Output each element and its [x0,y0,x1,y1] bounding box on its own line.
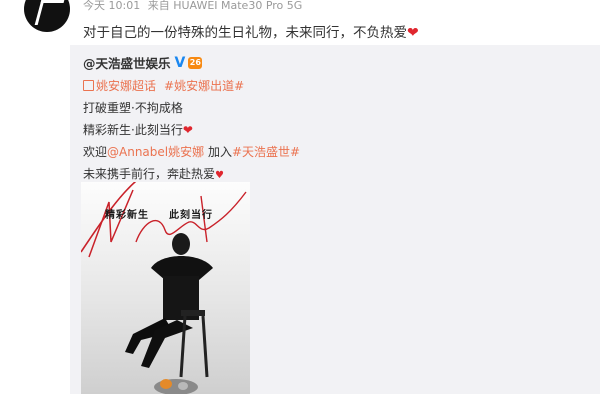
line3-pre: 欢迎 [83,145,108,159]
poster-slogan: 精彩新生 此刻当行 [105,206,213,221]
repost-line-4: 未来携手前行，奔赴热爱♥ [83,165,300,182]
poster-slogan-left: 精彩新生 [105,210,149,221]
poster-image[interactable]: 精彩新生 此刻当行 [81,182,250,394]
level-badge: 26 [188,56,203,69]
supertopic-icon [83,80,94,91]
post-source: 来自 HUAWEI Mate30 Pro 5G [147,0,303,12]
heart-icon: ❤ [407,25,419,41]
topic-supertopic[interactable]: 姚安娜超话 [96,79,156,93]
repost-line-4-text: 未来携手前行，奔赴热爱 [83,167,216,181]
verified-v-icon: V [174,54,186,71]
repost-card[interactable]: @天浩盛世娱乐 V 26 姚安娜超话 #姚安娜出道# 打破重塑·不拘成格 精彩新生… [70,45,600,394]
user-avatar[interactable] [24,0,70,32]
hashtag-link[interactable]: #天浩盛世# [232,145,300,159]
original-author-name[interactable]: @天浩盛世娱乐 [83,53,171,72]
post-time[interactable]: 今天 10:01 [83,0,140,12]
avatar-logo [34,0,65,25]
heart-icon: ♥ [215,170,224,181]
repost-line-1: 打破重塑·不拘成格 [83,101,183,115]
repost-line-3: 欢迎@Annabel姚安娜 加入#天浩盛世# [83,143,300,160]
post-meta: 今天 10:01 来自 HUAWEI Mate30 Pro 5G [83,0,306,13]
post-body: 对于自己的一份特殊的生日礼物，未来同行，不负热爱 [83,25,407,41]
post-text: 对于自己的一份特殊的生日礼物，未来同行，不负热爱❤ [83,21,419,41]
heart-icon: ❤ [182,123,193,137]
topic-hashtag[interactable]: #姚安娜出道# [164,79,244,93]
original-author-row: @天浩盛世娱乐 V 26 [83,53,300,72]
mention-link[interactable]: @Annabel姚安娜 [107,145,204,159]
poster-slogan-right: 此刻当行 [169,210,213,221]
repost-line-2-text: 精彩新生·此刻当行 [83,123,183,137]
topic-row: 姚安娜超话 #姚安娜出道# [83,77,300,94]
repost-line-2: 精彩新生·此刻当行❤ [83,121,300,138]
line3-mid: 加入 [204,145,232,159]
